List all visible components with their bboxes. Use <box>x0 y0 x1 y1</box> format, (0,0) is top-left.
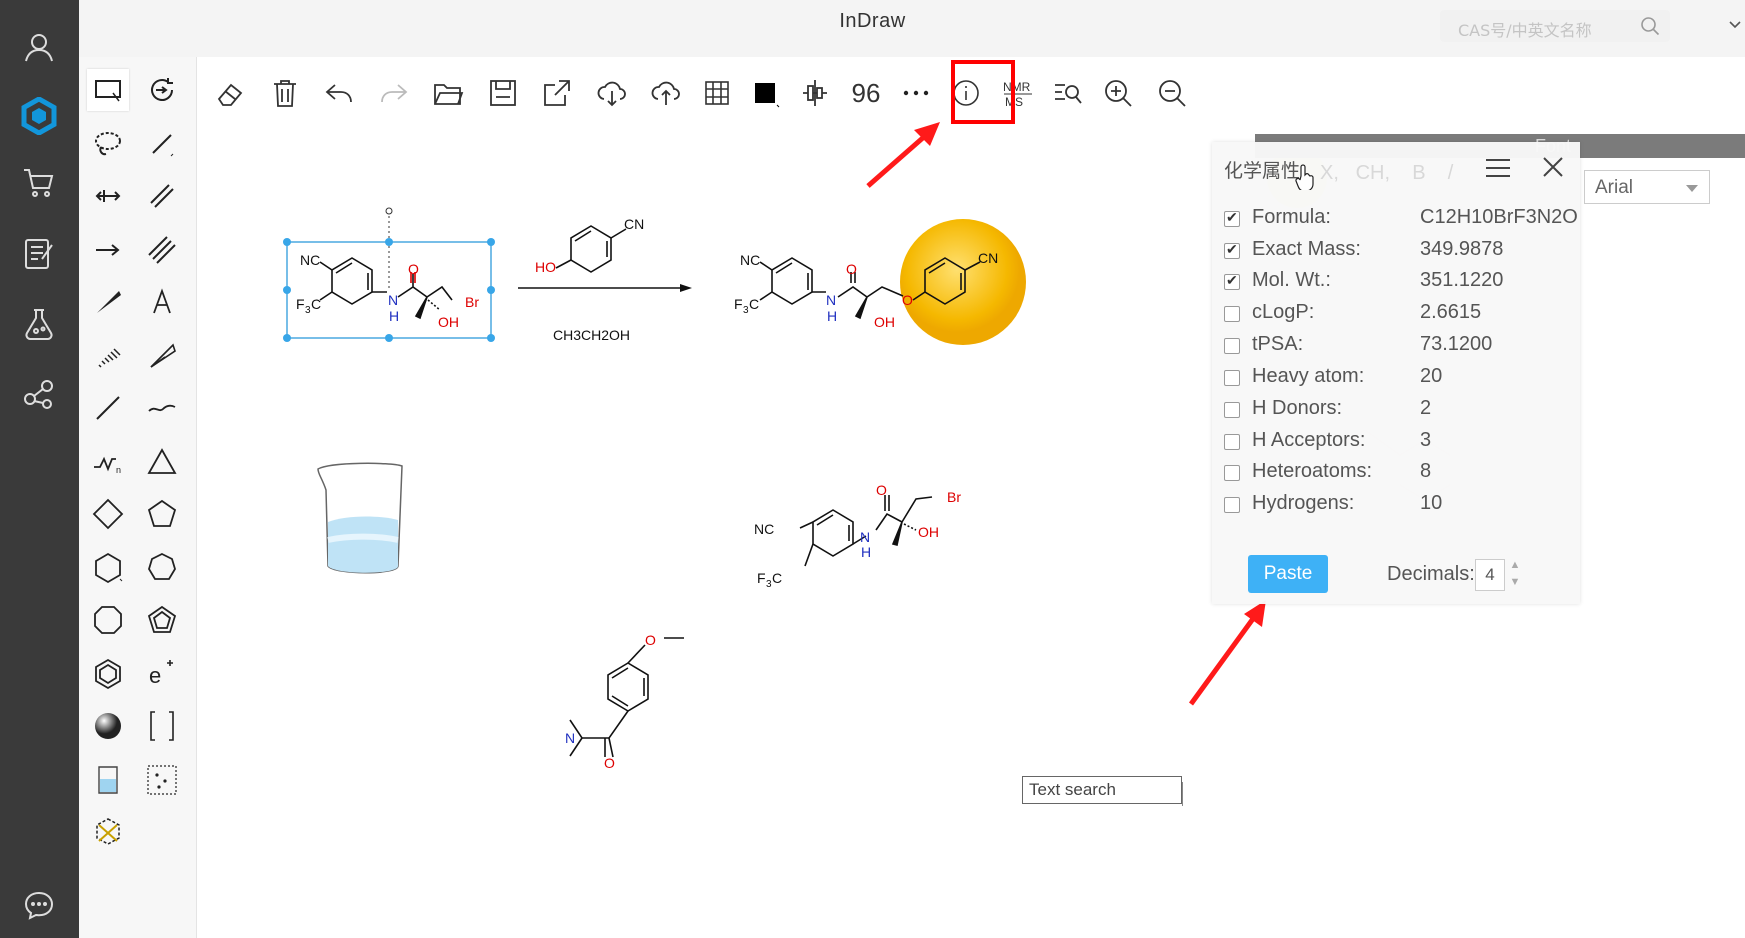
clogp-checkbox[interactable] <box>1224 306 1240 322</box>
red-arrow-annotation <box>866 122 940 188</box>
property-value: 10 <box>1420 492 1443 514</box>
property-label: Formula: <box>1252 206 1331 228</box>
reagent-phenol[interactable] <box>555 225 627 273</box>
h-acceptors-checkbox[interactable] <box>1224 434 1240 450</box>
property-row-mol-wt[interactable]: Mol. Wt.: 351.1220 <box>1224 269 1574 299</box>
close-icon[interactable] <box>1542 156 1566 180</box>
svg-text:F: F <box>296 296 305 312</box>
svg-text:N: N <box>565 730 575 746</box>
svg-text:NC: NC <box>754 521 774 537</box>
faded-format-buttons: X, CH, B / <box>1320 162 1454 184</box>
property-value: 8 <box>1420 460 1432 482</box>
decimals-input[interactable]: 4 <box>1475 559 1505 591</box>
decimals-label: Decimals: <box>1387 563 1475 585</box>
svg-text:O: O <box>604 755 615 771</box>
red-arrow-annotation <box>1188 600 1266 706</box>
property-label: H Acceptors: <box>1252 429 1366 451</box>
hydrogens-checkbox[interactable] <box>1224 497 1240 513</box>
property-row-clogp[interactable]: cLogP: 2.6615 <box>1224 301 1574 331</box>
svg-text:O: O <box>902 292 913 308</box>
reaction-arrow[interactable] <box>518 284 692 292</box>
svg-text:NC: NC <box>300 252 320 268</box>
svg-text:O: O <box>408 261 419 277</box>
property-value: 2 <box>1420 397 1432 419</box>
heteroatoms-checkbox[interactable] <box>1224 465 1240 481</box>
property-label: Heavy atom: <box>1252 365 1365 387</box>
reactant-molecule[interactable] <box>319 257 453 320</box>
svg-text:HO: HO <box>535 259 556 275</box>
mol-wt-checkbox[interactable] <box>1224 272 1240 290</box>
heavy-atom-checkbox[interactable] <box>1224 370 1240 386</box>
svg-text:H: H <box>827 308 837 324</box>
h-donors-checkbox[interactable] <box>1224 402 1240 418</box>
property-row-exact-mass[interactable]: Exact Mass: 349.9878 <box>1224 238 1574 268</box>
svg-text:OH: OH <box>874 314 895 330</box>
property-value: 20 <box>1420 365 1443 387</box>
formula-checkbox[interactable] <box>1224 209 1240 227</box>
chevron-down-icon <box>1686 185 1698 192</box>
property-label: tPSA: <box>1252 333 1304 355</box>
stepper-down-icon[interactable]: ▼ <box>1508 574 1522 591</box>
product-molecule[interactable]: NC F3C NH O OH O CN <box>734 219 1026 345</box>
property-label: H Donors: <box>1252 397 1343 419</box>
property-row-tpsa[interactable]: tPSA: 73.1200 <box>1224 333 1574 363</box>
svg-text:N: N <box>388 292 398 308</box>
svg-text:N: N <box>860 529 870 545</box>
text-search-box[interactable]: Text search <box>1022 776 1182 804</box>
property-value: 2.6615 <box>1420 301 1482 323</box>
property-label: Hydrogens: <box>1252 492 1355 514</box>
molecule-methoxy-amide[interactable]: O O N <box>565 632 684 771</box>
svg-text:Br: Br <box>465 294 479 310</box>
property-value: 3 <box>1420 429 1432 451</box>
svg-text:F: F <box>757 570 766 586</box>
svg-text:N: N <box>826 292 836 308</box>
paste-button[interactable]: Paste <box>1248 555 1328 593</box>
text-search-box-edge <box>1182 782 1183 806</box>
property-row-heteroatoms[interactable]: Heteroatoms: 8 <box>1224 460 1574 490</box>
font-family-value: Arial <box>1595 177 1634 198</box>
property-value: C12H10BrF3N2O <box>1420 206 1578 228</box>
property-row-hydrogens[interactable]: Hydrogens: 10 <box>1224 492 1574 522</box>
property-row-formula[interactable]: Formula: C12H10BrF3N2O <box>1224 206 1578 236</box>
text-search-label: Text search <box>1029 780 1116 799</box>
svg-text:F: F <box>734 296 743 312</box>
property-label: Mol. Wt.: <box>1252 269 1331 291</box>
svg-text:O: O <box>876 482 887 498</box>
decimals-stepper[interactable]: ▲ ▼ <box>1508 557 1522 593</box>
svg-text:O: O <box>645 632 656 648</box>
property-label: Exact Mass: <box>1252 238 1361 260</box>
svg-text:NC: NC <box>740 252 760 268</box>
svg-text:C: C <box>749 296 759 312</box>
svg-text:OH: OH <box>438 314 459 330</box>
svg-text:C: C <box>311 296 321 312</box>
svg-text:OH: OH <box>918 524 939 540</box>
chemical-properties-panel: 化学属性 X, CH, B / Formula: C12H10BrF3N2O E… <box>1212 142 1580 604</box>
svg-text:CN: CN <box>624 216 644 232</box>
solvent-label: CH3CH2OH <box>553 327 630 343</box>
property-value: 349.9878 <box>1420 238 1504 260</box>
svg-text:CN: CN <box>978 250 998 266</box>
svg-text:C: C <box>772 570 782 586</box>
beaker-drawing[interactable] <box>317 462 403 574</box>
panel-title: 化学属性 <box>1224 160 1301 182</box>
svg-text:Br: Br <box>947 489 961 505</box>
reagent-labels: HO CN <box>535 216 644 275</box>
svg-text:H: H <box>861 544 871 560</box>
property-row-h-acceptors[interactable]: H Acceptors: 3 <box>1224 429 1574 459</box>
tpsa-checkbox[interactable] <box>1224 338 1240 354</box>
svg-text:O: O <box>846 261 857 277</box>
property-value: 351.1220 <box>1420 269 1504 291</box>
hand-cursor-icon <box>1295 164 1315 192</box>
molecule-bromo-amide[interactable]: NC F3C NH O Br OH <box>754 482 961 590</box>
property-value: 73.1200 <box>1420 333 1493 355</box>
menu-icon[interactable] <box>1484 157 1512 181</box>
stepper-up-icon[interactable]: ▲ <box>1508 557 1522 574</box>
property-label: cLogP: <box>1252 301 1315 323</box>
property-row-h-donors[interactable]: H Donors: 2 <box>1224 397 1574 427</box>
font-family-select[interactable]: Arial <box>1584 170 1710 204</box>
svg-text:H: H <box>389 308 399 324</box>
property-label: Heteroatoms: <box>1252 460 1373 482</box>
property-row-heavy-atom[interactable]: Heavy atom: 20 <box>1224 365 1574 395</box>
exact-mass-checkbox[interactable] <box>1224 241 1240 259</box>
